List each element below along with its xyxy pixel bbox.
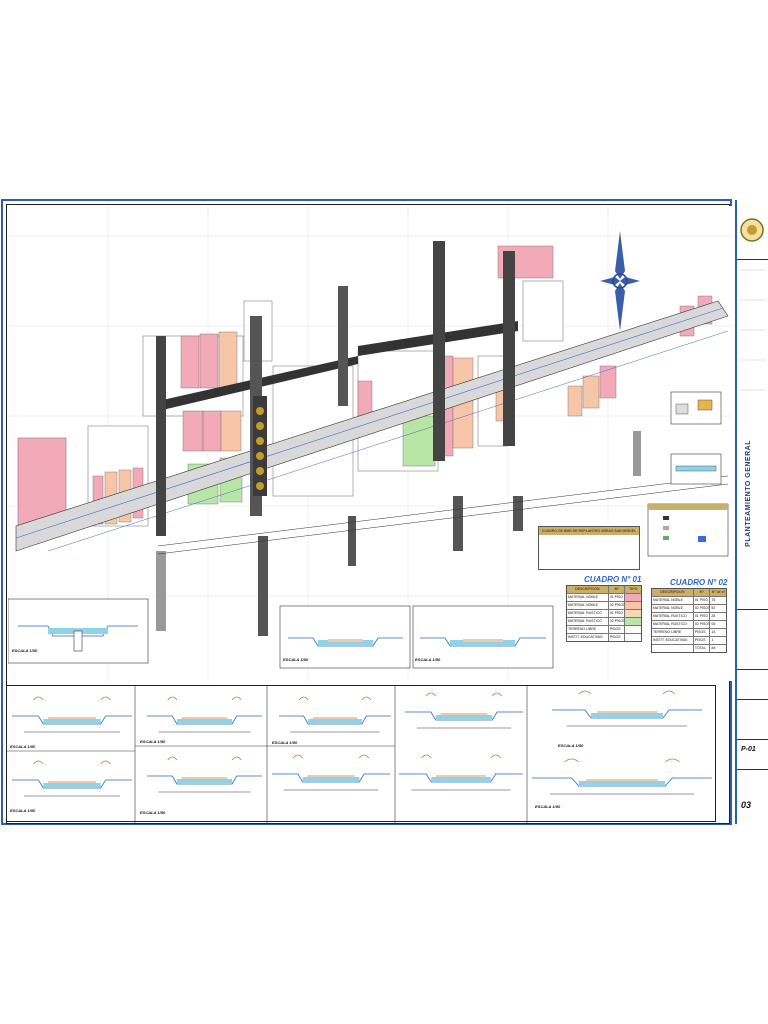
row-color-swatch [625, 634, 642, 641]
row-m2: 02 PISOS [694, 621, 711, 628]
row-description: MATERIAL RUSTICO [652, 621, 694, 628]
escala-label: ESCALA 1/50 [272, 740, 298, 745]
cross-section-drawing [532, 758, 712, 795]
escala-label: ESCALA 1/50 [140, 739, 166, 744]
sections-strip [6, 685, 716, 823]
north-arrow-icon [600, 231, 640, 331]
escala-label: ESCALA 1/50 [535, 804, 561, 809]
row-m2: 01 PISO [609, 610, 626, 617]
total-label: TOTAL [694, 645, 711, 652]
row-count: 28 [711, 614, 716, 618]
col-m2: M² [694, 589, 711, 596]
sheet-prefix: P-01 [741, 746, 756, 753]
col-m2: M² [609, 586, 626, 593]
row-m2: 02 PISOS [609, 602, 626, 609]
row-m2: 01 PISO [694, 613, 711, 620]
cross-section-drawing [552, 690, 702, 727]
row-m2: 01 PISO [694, 597, 711, 604]
col-tipo: TIPO [629, 587, 638, 591]
cross-section-drawing [147, 696, 262, 733]
col-descripcion: DESCRIPCION [567, 586, 609, 593]
row-description: MATERIAL RUSTICO [567, 618, 609, 625]
title-cell: PLANTEAMIENTO GENERAL [737, 260, 768, 610]
row-color-swatch [625, 626, 642, 633]
cross-section-drawing [12, 696, 132, 733]
col-n-viv: N° de vi [711, 590, 725, 594]
bm-table-title: CUADRO DE BMS DE REPLANTEO AREAS SAN MIG… [539, 527, 639, 535]
row-count: 75 [711, 598, 716, 602]
table-row: MATERIAL NOBLE 01 PISO 75 [652, 596, 726, 604]
cross-section-drawing [12, 760, 132, 797]
col-descripcion: DESCRIPCION [652, 589, 694, 596]
cuadro-01-title: CUADRO N° 01 [584, 575, 642, 584]
row-count: 1 [711, 638, 714, 642]
row-description: MATERIAL RUSTICO [652, 613, 694, 620]
row-m2: 02 PISOS [609, 618, 626, 625]
escala-label: ESCALA 1/50 [10, 808, 36, 813]
row-description: MATERIAL NOBLE [652, 597, 694, 604]
table-row: MATERIAL RUSTICO 02 PISOS [567, 617, 642, 625]
row-m2: PISOS [609, 634, 626, 641]
row-description: MATERIAL NOBLE [567, 602, 609, 609]
cuadro-02-table: DESCRIPCION M² N° de vi MATERIAL NOBLE 01… [651, 588, 727, 653]
escala-label: ESCALA 1/50 [558, 743, 584, 748]
table-row: INSTIT. EDUCATIVAS PISOS [567, 633, 642, 641]
total-value: ## [711, 646, 716, 650]
title-block: PLANTEAMIENTO GENERAL P-01 03 [735, 200, 768, 824]
sheet-number: 03 [741, 800, 752, 810]
table-row: TERRENO LIBRE PISOS 14 [652, 628, 726, 636]
escala-label: ESCALA 1/50 [283, 657, 309, 662]
row-count: 52 [711, 606, 716, 610]
row-description: MATERIAL NOBLE [567, 594, 609, 601]
row-description: INSTIT. EDUCATIVAS [567, 634, 609, 641]
logo-cell [737, 200, 768, 260]
row-description: MATERIAL RUSTICO [567, 610, 609, 617]
row-count: 06 [711, 622, 716, 626]
drawing-sheet: CUADRO DE BMS DE REPLANTEO AREAS SAN MIG… [0, 198, 768, 828]
table-row: TERRENO LIBRE PISOS [567, 625, 642, 633]
cross-section-drawing [399, 754, 523, 791]
cross-section-drawing [272, 754, 390, 791]
bm-table: CUADRO DE BMS DE REPLANTEO AREAS SAN MIG… [538, 526, 640, 570]
table-row: INSTIT. EDUCATIVAS PISOS 1 [652, 636, 726, 644]
table-row: MATERIAL RUSTICO 01 PISO 28 [652, 612, 726, 620]
table-row: MATERIAL RUSTICO 01 PISO [567, 609, 642, 617]
cuadro-01-table: DESCRIPCION M² TIPO MATERIAL NOBLE 01 PIS… [566, 585, 642, 642]
escala-label: ESCALA 1/50 [415, 657, 441, 662]
row-m2: 01 PISO [609, 594, 626, 601]
table-row: MATERIAL RUSTICO 02 PISOS 06 [652, 620, 726, 628]
row-color-swatch [625, 618, 642, 625]
cross-section-drawing [405, 692, 523, 729]
cross-section-drawing [147, 756, 262, 793]
row-color-swatch [625, 594, 642, 601]
row-m2: 02 PISOS [694, 605, 711, 612]
row-m2: PISOS [609, 626, 626, 633]
row-count: 14 [711, 630, 716, 634]
sheet-title: PLANTEAMIENTO GENERAL [745, 440, 752, 547]
row-color-swatch [625, 610, 642, 617]
row-description: TERRENO LIBRE [567, 626, 609, 633]
row-description: TERRENO LIBRE [652, 629, 694, 636]
table-row: MATERIAL NOBLE 02 PISOS [567, 601, 642, 609]
seal-icon [740, 218, 764, 242]
cross-section-drawing [279, 696, 391, 733]
escala-label: ESCALA 1/50 [12, 648, 38, 653]
row-description: MATERIAL NOBLE [652, 605, 694, 612]
cuadro-02-title: CUADRO N° 02 [670, 578, 728, 587]
row-m2: PISOS [694, 629, 711, 636]
escala-label: ESCALA 1/50 [10, 744, 36, 749]
row-color-swatch [625, 602, 642, 609]
cross-sections [7, 686, 712, 823]
row-m2: PISOS [694, 637, 711, 644]
row-description: INSTIT. EDUCATIVAS [652, 637, 694, 644]
escala-label: ESCALA 1/50 [140, 810, 166, 815]
table-row: MATERIAL NOBLE 02 PISOS 52 [652, 604, 726, 612]
table-row: MATERIAL NOBLE 01 PISO [567, 593, 642, 601]
